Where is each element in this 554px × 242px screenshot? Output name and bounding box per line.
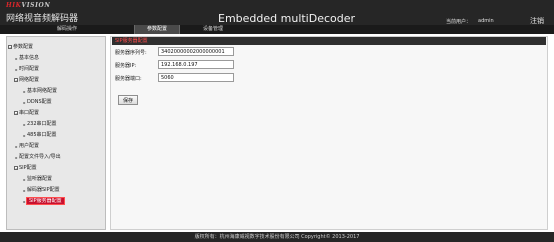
current-user-label: 当前用户： (446, 19, 472, 25)
section-header-bar (112, 37, 546, 45)
sidebar-item-label: 串口配置 (19, 110, 40, 116)
sidebar-item[interactable]: ▸ 时间配置 (14, 65, 39, 73)
sidebar-item[interactable]: ▸ 基本信息 (14, 54, 39, 62)
sidebar-item-label: 485串口配置 (27, 132, 57, 138)
copyright-footer: 版权所有：杭州海康威视数字技术股份有限公司 Copyright© 2013-20… (0, 232, 554, 242)
sidebar-item[interactable]: ▸ 监听器配置 (22, 175, 52, 183)
sidebar-item-label: 基本信息 (19, 55, 40, 61)
section-title: SIP服务器配置 (115, 38, 148, 44)
server-serial-label: 服务器序列号: (115, 50, 147, 56)
sidebar-item[interactable]: ▸ 485串口配置 (22, 131, 57, 139)
collapse-toggle-icon[interactable]: − (14, 166, 18, 170)
server-ip-input[interactable] (158, 60, 234, 69)
logo-secondary-text: VISION (21, 2, 51, 9)
product-title: Embedded multiDecoder (218, 12, 356, 25)
sidebar-item-label: DDNS配置 (27, 99, 52, 105)
sidebar-item-label: 解码器SIP配置 (27, 187, 60, 193)
sidebar-item[interactable]: ▸ 用户配置 (14, 142, 39, 150)
sidebar-item[interactable]: ▸ 配置文件导入/导出 (14, 153, 61, 161)
sidebar-item[interactable]: −SIP配置 (14, 164, 37, 172)
sidebar-item[interactable]: ▸ 232串口配置 (22, 120, 57, 128)
sidebar-item-label: SIP配置 (19, 165, 37, 171)
sidebar-item[interactable]: ▸ 基本网络配置 (22, 87, 57, 95)
menu-tab-device-management[interactable]: 设备管理 (190, 25, 236, 34)
sidebar-item-label: 网络配置 (19, 77, 40, 83)
sidebar-item-label: 监听器配置 (27, 176, 53, 182)
sidebar-item-label: 时间配置 (19, 66, 40, 72)
menu-tab-parameter-config[interactable]: 参数配置 (134, 25, 180, 34)
server-port-input[interactable] (158, 73, 234, 82)
sidebar-item-label: SIP服务器配置 (26, 197, 65, 205)
hikvision-logo: HIKVISION (6, 2, 50, 9)
server-serial-input[interactable] (158, 47, 234, 56)
save-button[interactable]: 保存 (118, 95, 138, 105)
logo-primary-text: HIK (6, 2, 22, 9)
collapse-toggle-icon[interactable]: − (14, 78, 18, 82)
sidebar-item-label: 232串口配置 (27, 121, 57, 127)
sidebar-item-label: 配置文件导入/导出 (19, 154, 61, 160)
server-port-label: 服务器端口: (115, 76, 142, 82)
sidebar-item[interactable]: ▸ DDNS配置 (22, 98, 52, 106)
sidebar-item[interactable]: −串口配置 (14, 109, 39, 117)
app-title: 网络视音频解码器 (6, 14, 79, 24)
sidebar-item[interactable]: ▸ SIP服务器配置 (22, 197, 65, 205)
sidebar-item-label: 基本网络配置 (27, 88, 58, 94)
collapse-toggle-icon[interactable]: − (14, 111, 18, 115)
sidebar-item-label: 用户配置 (19, 143, 40, 149)
sidebar-item[interactable]: ▸ 解码器SIP配置 (22, 186, 60, 194)
current-user-name: admin (478, 18, 494, 24)
menu-tab-decode-operation[interactable]: 解码操作 (44, 25, 90, 34)
server-ip-label: 服务器IP: (115, 63, 137, 69)
sidebar-item[interactable]: −参数配置 (8, 43, 33, 51)
sidebar-item[interactable]: −网络配置 (14, 76, 39, 84)
sidebar-item-label: 参数配置 (13, 44, 34, 50)
collapse-toggle-icon[interactable]: − (8, 45, 12, 49)
